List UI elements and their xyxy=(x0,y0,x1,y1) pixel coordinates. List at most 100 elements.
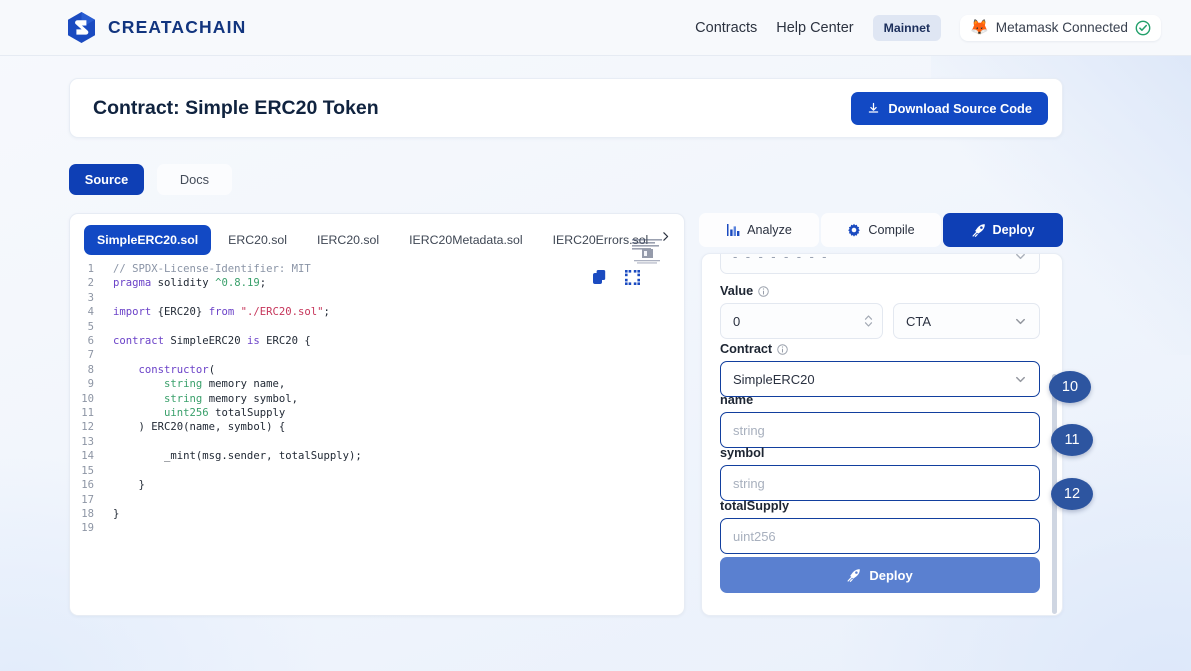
code-line-number: 15 xyxy=(81,464,94,477)
source-editor-card: SimpleERC20.sol ERC20.sol IERC20.sol IER… xyxy=(69,213,685,616)
code-line-number: 18 xyxy=(81,507,94,520)
code-line: 10 string memory symbol, xyxy=(70,392,684,406)
code-line: 9 string memory name, xyxy=(70,377,684,391)
code-line: 7 xyxy=(70,348,684,362)
arg-symbol-input[interactable] xyxy=(720,465,1040,501)
arg-name-row: name xyxy=(720,393,1040,448)
code-line-number: 19 xyxy=(81,522,94,535)
code-line-source xyxy=(104,464,684,478)
section-tabs: Source Docs xyxy=(69,164,1191,195)
code-line-source: string memory symbol, xyxy=(164,392,298,405)
page-title: Contract: Simple ERC20 Token xyxy=(93,96,379,119)
info-icon[interactable] xyxy=(758,285,769,297)
value-amount-input[interactable] xyxy=(720,303,883,339)
analyze-label: Analyze xyxy=(747,223,792,237)
code-line-source: uint256 totalSupply xyxy=(164,407,286,420)
chevron-down-icon xyxy=(1016,376,1025,382)
wallet-status-chip[interactable]: 🦊 Metamask Connected xyxy=(960,14,1161,41)
info-icon[interactable] xyxy=(777,343,788,355)
code-line-number: 12 xyxy=(81,421,94,434)
code-lines-table: 1 // SPDX-License-Identifier: MIT 2 pragma … xyxy=(70,262,684,536)
value-label-text: Value xyxy=(720,284,754,298)
nav-help-center[interactable]: Help Center xyxy=(776,20,853,36)
value-field-row: Value 0 CTA xyxy=(720,284,1040,339)
chevron-down-icon xyxy=(1016,254,1025,259)
value-unit-select[interactable]: CTA xyxy=(893,303,1040,339)
annotation-badge-10: 10 xyxy=(1049,371,1091,403)
contract-label-text: Contract xyxy=(720,342,773,356)
code-line: 5 xyxy=(70,320,684,334)
value-inputs: CTA xyxy=(720,303,1040,339)
deploy-form-body: - - - - - - - - Value 0 CTA Contract Sim… xyxy=(701,253,1063,616)
file-tab-ierc20metadata[interactable]: IERC20Metadata.sol xyxy=(396,225,535,255)
code-line-source: contract SimpleERC20 is ERC20 { xyxy=(113,335,311,348)
arg-name-input[interactable] xyxy=(720,412,1040,448)
file-tab-ierc20[interactable]: IERC20.sol xyxy=(304,225,392,255)
main-columns: SimpleERC20.sol ERC20.sol IERC20.sol IER… xyxy=(69,213,1063,616)
annotation-badge-12: 12 xyxy=(1051,478,1093,510)
brand[interactable]: CREATACHAIN xyxy=(66,11,246,44)
code-line: 14 _mint(msg.sender, totalSupply); xyxy=(70,449,684,463)
code-line-number: 3 xyxy=(87,291,94,304)
code-line-number: 13 xyxy=(81,435,94,448)
arg-symbol-label: symbol xyxy=(720,446,765,460)
code-line-number: 5 xyxy=(87,320,94,333)
arg-totalsupply-row: totalSupply xyxy=(720,499,1040,554)
code-line: 16 } xyxy=(70,478,684,492)
code-line: 17 xyxy=(70,493,684,507)
check-circle-icon xyxy=(1135,20,1151,35)
code-line: 2 pragma solidity ^0.8.19; xyxy=(70,276,684,290)
code-line-number: 4 xyxy=(87,306,94,319)
network-badge[interactable]: Mainnet xyxy=(872,14,942,41)
code-line-source: _mint(msg.sender, totalSupply); xyxy=(113,450,362,463)
code-line-source xyxy=(104,435,684,449)
download-button-label: Download Source Code xyxy=(888,100,1032,116)
file-tab-erc20[interactable]: ERC20.sol xyxy=(215,225,300,255)
top-navigation-bar: CREATACHAIN Contracts Help Center Mainne… xyxy=(0,0,1191,56)
code-line: 19 xyxy=(70,521,684,535)
tab-docs[interactable]: Docs xyxy=(157,164,232,195)
code-line-source xyxy=(104,320,684,334)
analyze-button[interactable]: Analyze xyxy=(699,213,819,247)
deploy-submit-button[interactable]: Deploy xyxy=(720,557,1040,593)
code-line: 4 import {ERC20} from "./ERC20.sol"; xyxy=(70,305,684,319)
code-line-source: import {ERC20} from "./ERC20.sol"; xyxy=(113,306,330,319)
deploy-tab-button[interactable]: Deploy xyxy=(943,213,1063,247)
code-viewer[interactable]: 1 // SPDX-License-Identifier: MIT 2 pragma … xyxy=(70,262,684,615)
qr-code-icon xyxy=(632,239,662,264)
nav-contracts[interactable]: Contracts xyxy=(695,20,757,36)
wallet-status-label: Metamask Connected xyxy=(995,20,1128,35)
number-stepper-icon[interactable] xyxy=(864,313,873,329)
rocket-icon xyxy=(972,224,985,237)
tab-source[interactable]: Source xyxy=(69,164,144,195)
code-line: 8 constructor( xyxy=(70,363,684,377)
arg-totalsupply-input[interactable] xyxy=(720,518,1040,554)
hexagon-logo-icon xyxy=(68,12,95,43)
compile-label: Compile xyxy=(868,223,915,237)
deploy-submit-label: Deploy xyxy=(869,567,913,583)
value-unit-text: CTA xyxy=(906,313,932,329)
file-tab-simpleerc20[interactable]: SimpleERC20.sol xyxy=(84,225,212,255)
value-amount-wrapper xyxy=(720,303,883,339)
download-icon xyxy=(869,102,879,113)
code-line-number: 8 xyxy=(87,363,94,376)
download-source-code-button[interactable]: Download Source Code xyxy=(851,91,1048,125)
page-content: Contract: Simple ERC20 Token Download So… xyxy=(0,56,1191,616)
account-select-clipped[interactable]: - - - - - - - - xyxy=(720,254,1040,274)
code-line-source: } xyxy=(113,507,120,520)
brand-name: CREATACHAIN xyxy=(108,17,247,37)
code-line: 11 uint256 totalSupply xyxy=(70,406,684,420)
code-line-source: string memory name, xyxy=(164,378,286,391)
metamask-fox-icon: 🦊 xyxy=(970,19,989,36)
panel-action-bar: Analyze Compile Deploy xyxy=(699,213,1063,247)
deploy-form-scroll-area[interactable]: - - - - - - - - Value 0 CTA Contract Sim… xyxy=(702,254,1062,615)
contract-select[interactable]: SimpleERC20 xyxy=(720,361,1040,397)
code-line-source: constructor( xyxy=(138,363,216,376)
top-nav-links: Contracts Help Center Mainnet 🦊 Metamask… xyxy=(695,14,1161,41)
code-line-source xyxy=(104,521,684,535)
deploy-panel: Analyze Compile Deploy - - - - - - - - V… xyxy=(699,213,1063,616)
compile-button[interactable]: Compile xyxy=(821,213,941,247)
contract-field-row: Contract SimpleERC20 xyxy=(720,342,1040,397)
code-line-source: pragma solidity ^0.8.19; xyxy=(113,277,267,290)
code-line-source: // SPDX-License-Identifier: MIT xyxy=(113,263,311,275)
